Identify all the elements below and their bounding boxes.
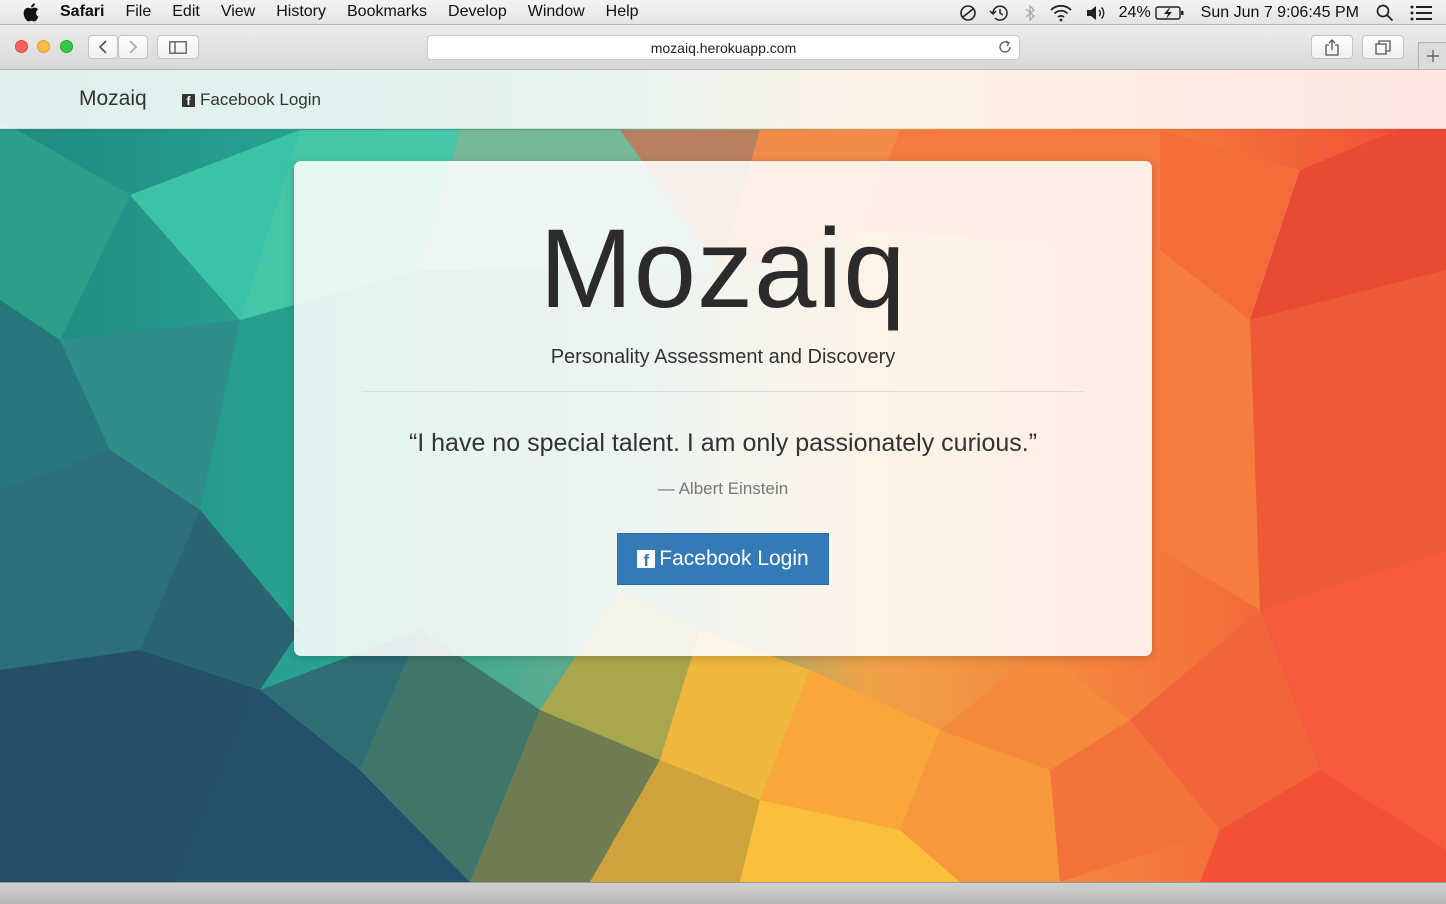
menu-history[interactable]: History — [276, 3, 326, 21]
window-close-button[interactable] — [15, 40, 28, 53]
facebook-login-button-label: Facebook Login — [659, 547, 809, 570]
volume-icon[interactable] — [1085, 4, 1107, 22]
menu-help[interactable]: Help — [606, 3, 639, 21]
chevron-left-icon — [98, 40, 107, 54]
spotlight-search-icon[interactable] — [1376, 4, 1394, 22]
window-minimize-button[interactable] — [37, 40, 50, 53]
menu-bar: Safari File Edit View History Bookmarks … — [0, 0, 1446, 25]
address-bar-url: mozaiq.herokuapp.com — [650, 39, 797, 56]
divider — [362, 391, 1084, 392]
hero-title: Mozaiq — [539, 206, 907, 331]
status-area: 24% Sun Jun 7 9:06:45 PM — [947, 0, 1446, 25]
plus-icon — [1426, 50, 1439, 62]
bluetooth-icon[interactable] — [1023, 3, 1037, 22]
menu-clock[interactable]: Sun Jun 7 9:06:45 PM — [1201, 4, 1359, 22]
battery-percent: 24% — [1118, 3, 1151, 21]
menu-edit[interactable]: Edit — [172, 3, 200, 21]
notification-center-icon[interactable] — [1410, 5, 1432, 21]
tabs-overview-icon — [1375, 39, 1391, 55]
menu-safari[interactable]: Safari — [60, 3, 104, 21]
facebook-icon: f — [182, 93, 195, 107]
menu-develop[interactable]: Develop — [448, 3, 507, 21]
hero-card: Mozaiq Personality Assessment and Discov… — [294, 161, 1152, 656]
wifi-icon[interactable] — [1049, 4, 1073, 22]
address-bar[interactable]: mozaiq.herokuapp.com — [427, 35, 1020, 60]
forward-button[interactable] — [118, 35, 148, 59]
quote-text: “I have no special talent. I am only pas… — [408, 429, 1038, 457]
menu-bookmarks[interactable]: Bookmarks — [347, 3, 427, 21]
time-machine-icon[interactable] — [989, 4, 1011, 22]
navbar-brand[interactable]: Mozaiq — [79, 87, 147, 111]
share-button[interactable] — [1311, 35, 1353, 59]
share-icon — [1325, 38, 1339, 56]
facebook-icon: f — [637, 550, 656, 569]
window-bottom-edge — [0, 882, 1446, 904]
do-not-disturb-icon[interactable] — [959, 4, 977, 22]
new-tab-button[interactable] — [1418, 42, 1446, 69]
battery-charging-icon[interactable] — [1154, 4, 1185, 22]
navbar-facebook-login-label: Facebook Login — [200, 90, 321, 109]
browser-toolbar: mozaiq.herokuapp.com — [0, 25, 1446, 70]
apple-logo-icon[interactable] — [22, 2, 40, 22]
back-button[interactable] — [88, 35, 118, 59]
site-navbar: Mozaiq f Facebook Login — [0, 70, 1446, 129]
menu-window[interactable]: Window — [528, 3, 585, 21]
page-viewport: Mozaiq f Facebook Login Mozaiq Personali… — [0, 70, 1446, 882]
show-tabs-button[interactable] — [1362, 35, 1404, 59]
menu-file[interactable]: File — [125, 3, 151, 21]
chevron-right-icon — [129, 40, 138, 54]
window-zoom-button[interactable] — [60, 40, 73, 53]
sidebar-icon — [169, 40, 187, 54]
navbar-facebook-login-link[interactable]: f Facebook Login — [182, 90, 321, 110]
facebook-login-button[interactable]: f Facebook Login — [617, 533, 829, 585]
sidebar-toggle-button[interactable] — [157, 35, 199, 59]
quote-author: — Albert Einstein — [657, 479, 789, 498]
reload-icon[interactable] — [997, 39, 1013, 58]
menu-view[interactable]: View — [221, 3, 255, 21]
hero-subtitle: Personality Assessment and Discovery — [550, 346, 896, 368]
